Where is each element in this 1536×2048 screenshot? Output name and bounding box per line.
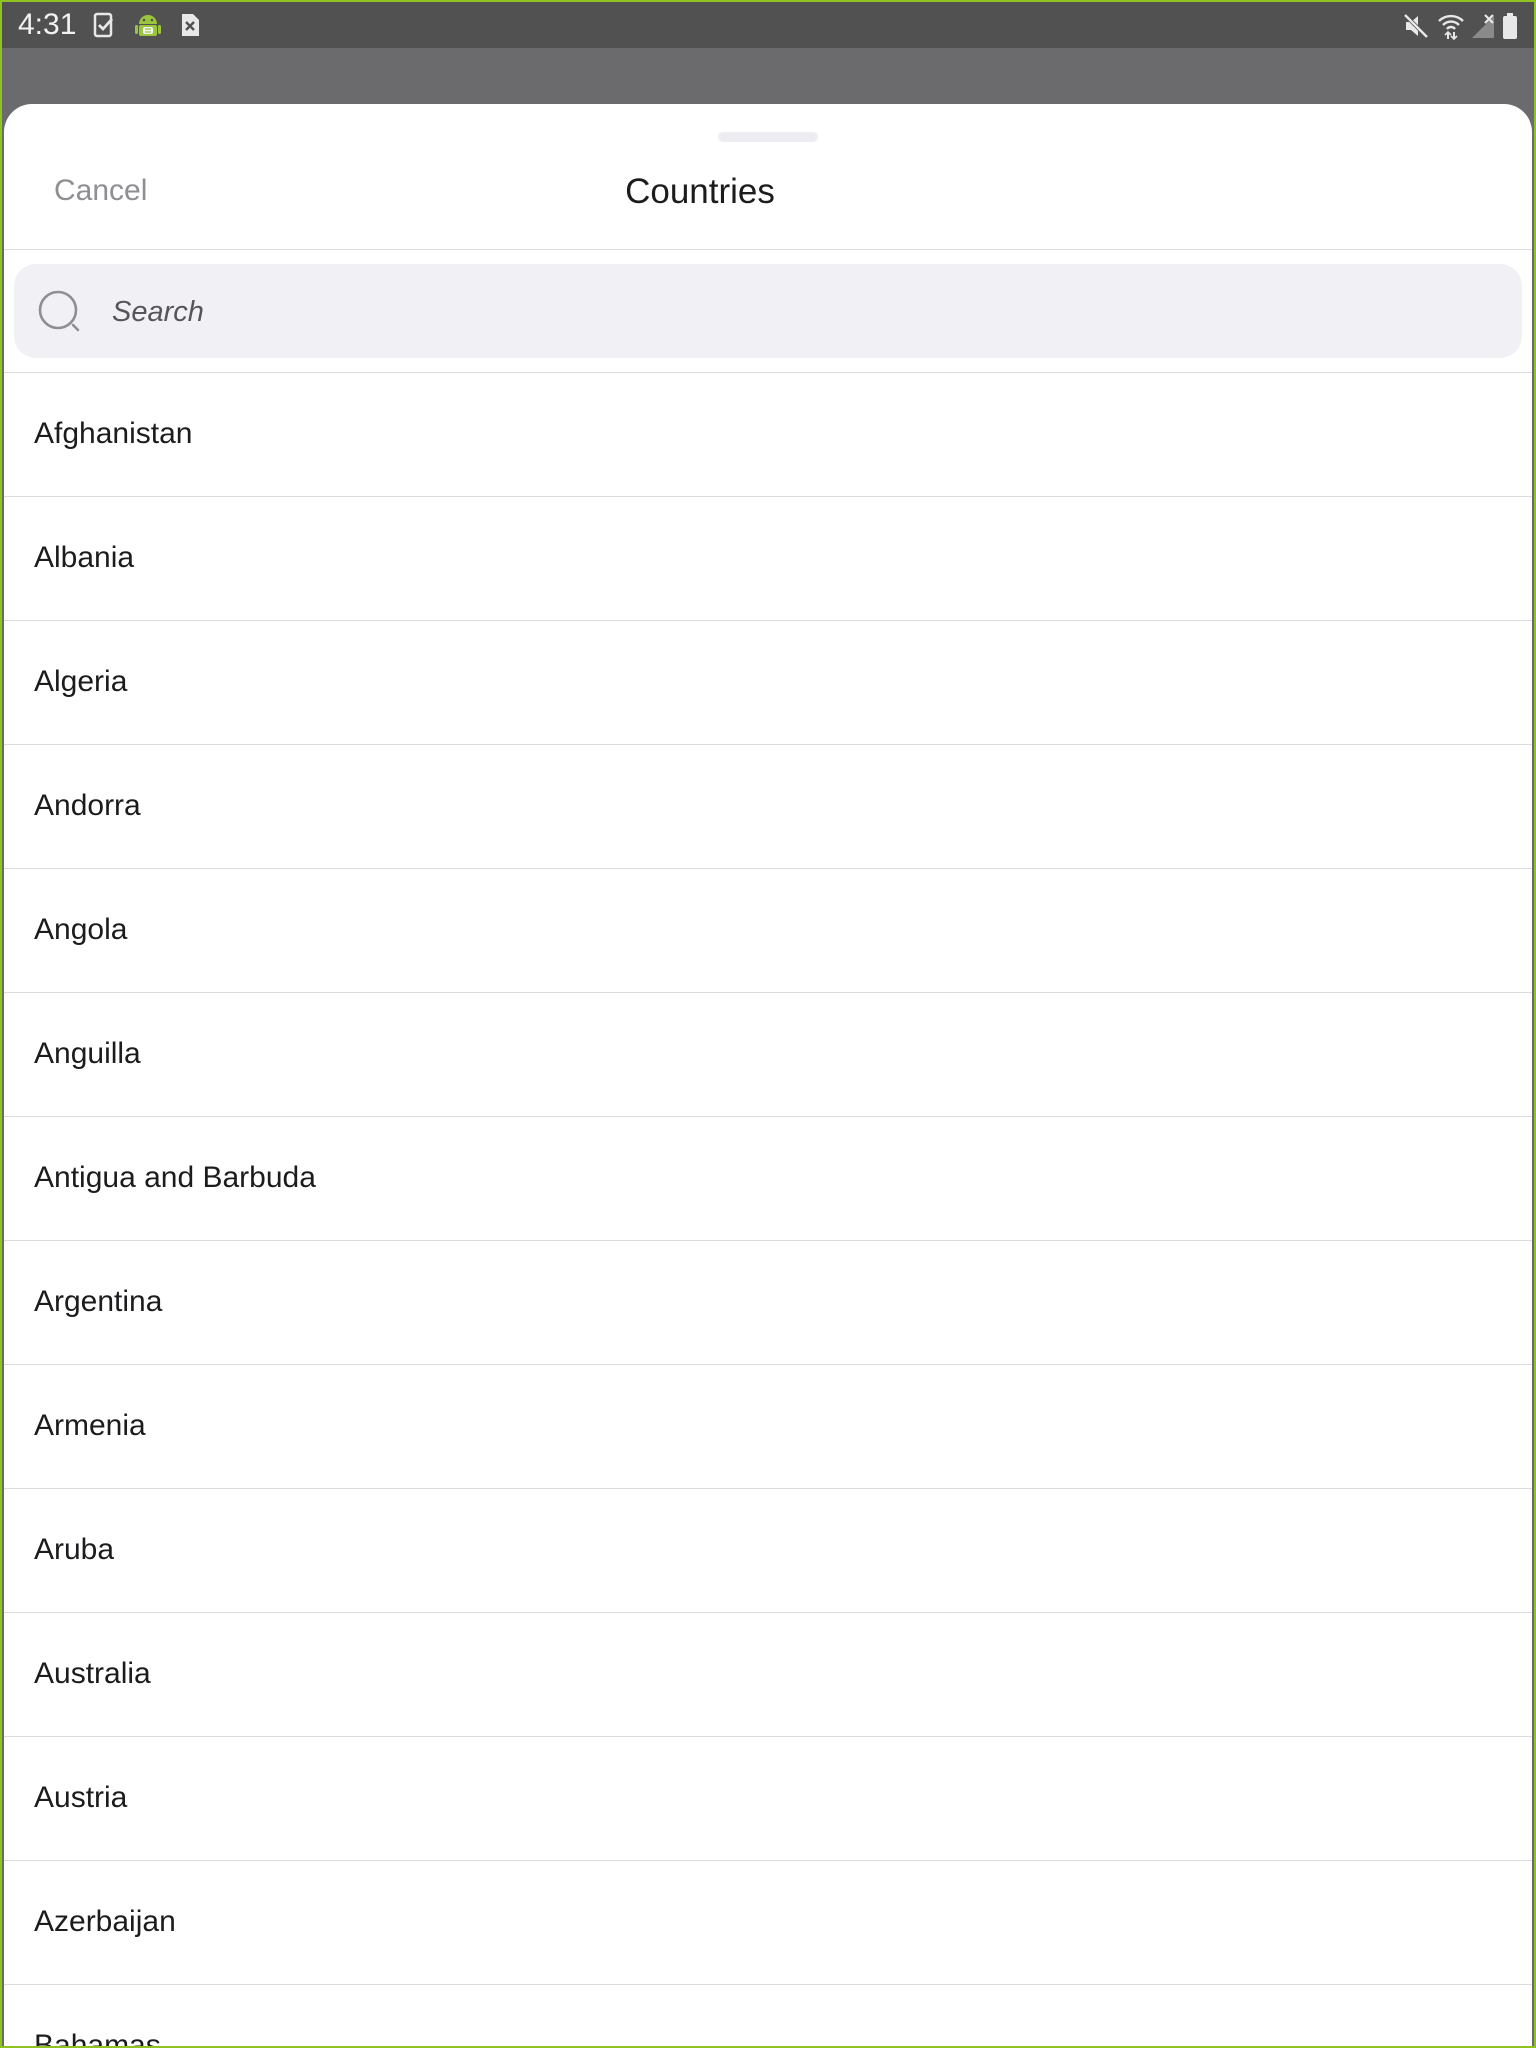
mute-icon [1402, 12, 1430, 39]
android-icon [134, 12, 162, 38]
country-row[interactable]: Angola [4, 869, 1532, 993]
country-name: Andorra [34, 789, 141, 822]
country-row[interactable]: Armenia [4, 1365, 1532, 1489]
header-divider [4, 249, 1532, 250]
country-row[interactable]: Bahamas [4, 1985, 1532, 2048]
status-time: 4:31 [18, 8, 77, 41]
country-row[interactable]: Austria [4, 1737, 1532, 1861]
country-row[interactable]: Azerbaijan [4, 1861, 1532, 1985]
country-row[interactable]: Andorra [4, 745, 1532, 869]
country-row[interactable]: Anguilla [4, 993, 1532, 1117]
country-row[interactable]: Aruba [4, 1489, 1532, 1613]
search-input[interactable] [110, 286, 1494, 338]
country-row[interactable]: Algeria [4, 621, 1532, 745]
search-icon [38, 290, 82, 334]
wifi-icon [1436, 12, 1466, 41]
country-name: Armenia [34, 1409, 146, 1442]
country-list: Afghanistan Albania Algeria Andorra Angola An… [4, 373, 1532, 2048]
country-name: Bahamas [34, 2029, 161, 2048]
country-name: Albania [34, 541, 135, 574]
country-name: Aruba [34, 1533, 115, 1566]
country-name: Angola [34, 913, 128, 946]
country-name: Anguilla [34, 1037, 141, 1070]
country-name: Austria [34, 1781, 128, 1814]
country-row[interactable]: Argentina [4, 1241, 1532, 1365]
sim-error-icon [178, 12, 202, 38]
task-check-icon [92, 12, 116, 38]
country-row[interactable]: Australia [4, 1613, 1532, 1737]
no-signal-icon [1470, 12, 1496, 38]
country-row[interactable]: Antigua and Barbuda [4, 1117, 1532, 1241]
country-name: Australia [34, 1657, 151, 1690]
country-name: Argentina [34, 1285, 163, 1318]
sheet-grabber[interactable] [718, 132, 818, 142]
status-bar: 4:31 [0, 0, 1536, 48]
country-name: Azerbaijan [34, 1905, 176, 1938]
country-row[interactable]: Afghanistan [4, 373, 1532, 497]
country-row[interactable]: Albania [4, 497, 1532, 621]
country-name: Algeria [34, 665, 128, 698]
country-name: Antigua and Barbuda [34, 1161, 316, 1194]
country-name: Afghanistan [34, 417, 193, 450]
countries-sheet: Cancel Countries AfghanistanAlbaniaAlger… [4, 104, 1532, 2048]
search-bar[interactable] [14, 264, 1522, 358]
sheet-title: Countries [625, 172, 775, 211]
battery-icon [1502, 12, 1518, 39]
